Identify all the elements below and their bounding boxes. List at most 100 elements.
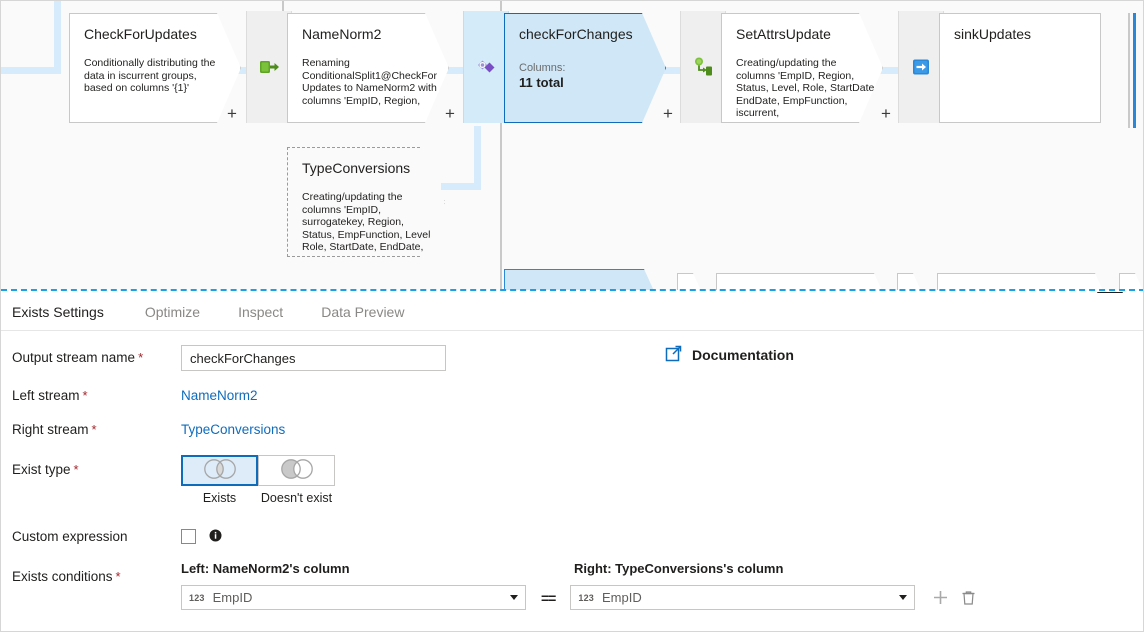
row-exists-conditions: Exists conditions * Left: NameNorm2's col… <box>1 561 1143 610</box>
label-text: Left stream <box>12 388 80 403</box>
custom-expression-field-area <box>181 528 1143 545</box>
tab-inspect[interactable]: Inspect <box>219 293 302 330</box>
exist-type-option-doesnt-exist-box <box>258 455 335 486</box>
node-checkforchanges[interactable]: checkForChanges Columns: 11 total <box>504 13 666 123</box>
edge-inbound-horizontal <box>1 67 61 74</box>
node-title: CheckForUpdates <box>84 26 197 42</box>
custom-expression-label: Custom expression <box>1 528 181 546</box>
left-stream-link[interactable]: NameNorm2 <box>181 388 258 403</box>
node-title: checkForChanges <box>519 26 633 42</box>
exists-transform-icon <box>474 55 498 79</box>
edge-typeconversions-to-checkforchanges-v <box>474 126 481 190</box>
settings-panel: Exists Settings Optimize Inspect Data Pr… <box>1 293 1143 631</box>
label-text: Exists conditions <box>12 569 113 584</box>
tab-label: Optimize <box>144 303 201 320</box>
tab-optimize[interactable]: Optimize <box>126 293 219 330</box>
rail-right-sinkupdates <box>1128 13 1130 128</box>
exist-type-option-exists[interactable]: Exists <box>181 455 258 505</box>
settings-tabs: Exists Settings Optimize Inspect Data Pr… <box>1 293 1143 331</box>
exists-condition-right-column-dropdown[interactable]: 123 EmpID <box>570 585 916 610</box>
exists-condition-left-column-dropdown[interactable]: 123 EmpID <box>181 585 526 610</box>
exist-type-field-area: Exists Doesn't exist <box>181 455 1143 505</box>
derived-column-transform-icon <box>691 55 715 79</box>
sink-transform-icon <box>909 55 933 79</box>
exists-conditions-field-area: Left: NameNorm2's column Right: TypeConv… <box>181 561 1143 610</box>
add-node-plus-setattrsupdate[interactable]: + <box>881 105 891 122</box>
ghost-node-d[interactable] <box>937 273 1105 290</box>
required-asterisk: * <box>115 569 121 584</box>
tab-exists-settings[interactable]: Exists Settings <box>12 293 126 330</box>
node-checkforupdates[interactable]: CheckForUpdates Conditionally distributi… <box>69 13 241 123</box>
right-stream-link[interactable]: TypeConversions <box>181 422 285 437</box>
tab-data-preview[interactable]: Data Preview <box>302 293 423 330</box>
ghost-node-a[interactable] <box>677 273 703 290</box>
output-stream-name-label: Output stream name * <box>1 345 181 367</box>
node-sinkupdates[interactable]: sinkUpdates <box>939 13 1101 123</box>
required-asterisk: * <box>91 422 97 437</box>
data-flow-canvas[interactable]: CheckForUpdates Conditionally distributi… <box>1 1 1144 290</box>
node-setattrsupdate[interactable]: SetAttrsUpdate Creating/updating the col… <box>721 13 883 123</box>
exist-type-option-doesnt-exist[interactable]: Doesn't exist <box>258 455 335 505</box>
node-description: Renaming ConditionalSplit1@CheckForUpdat… <box>302 57 437 107</box>
documentation-link[interactable]: Documentation <box>665 345 794 365</box>
column-value: EmpID <box>601 590 642 605</box>
exists-condition-operator: == <box>541 589 556 606</box>
required-asterisk: * <box>82 388 88 403</box>
exists-settings-form: Output stream name* Documentation <box>1 331 1143 610</box>
label-text: Exist type <box>12 462 71 477</box>
row-right-stream: Right stream * TypeConversions <box>1 421 1143 455</box>
venn-intersection-icon <box>198 458 242 483</box>
tab-label: Data Preview <box>321 303 405 320</box>
delete-condition-button[interactable] <box>958 588 978 608</box>
node-title: sinkUpdates <box>954 26 1032 42</box>
row-exist-type: Exist type * Exists Doesn't exist <box>1 455 1143 528</box>
label-text: Right stream <box>12 422 89 437</box>
select-transform-icon <box>257 55 281 79</box>
node-description: Creating/updating the columns 'EmpID, su… <box>302 191 434 253</box>
info-icon[interactable] <box>209 529 222 545</box>
add-node-plus-checkforchanges[interactable]: + <box>663 105 673 122</box>
add-condition-button[interactable] <box>930 588 950 608</box>
exist-type-option-doesnt-exist-label: Doesn't exist <box>260 491 333 505</box>
connector-select-checkforupdates[interactable] <box>246 11 292 123</box>
node-title: NameNorm2 <box>302 26 382 42</box>
exist-type-option-exists-box <box>181 455 258 486</box>
output-stream-name-field-area: Documentation <box>181 345 1143 371</box>
ghost-node-e[interactable] <box>1119 273 1144 290</box>
exist-type-label: Exist type * <box>1 455 181 479</box>
exists-conditions-right-header: Right: TypeConversions's column <box>574 561 784 576</box>
data-flow-designer: CheckForUpdates Conditionally distributi… <box>0 0 1144 632</box>
rail-right-sinkupdates-accent <box>1133 13 1136 128</box>
node-typeconversions[interactable]: TypeConversions Creating/updating the co… <box>287 147 445 257</box>
tab-label: Inspect <box>238 303 284 320</box>
edge-inbound-vertical <box>54 1 61 74</box>
label-text: Output stream name <box>12 350 136 365</box>
connector-exists-checkforchanges[interactable] <box>463 11 509 123</box>
node-description: Conditionally distributing the data in i… <box>84 57 216 94</box>
required-asterisk: * <box>138 350 144 365</box>
node-namenorm2[interactable]: NameNorm2 Renaming ConditionalSplit1@Che… <box>287 13 449 123</box>
connector-sink-sinkupdates[interactable] <box>898 11 944 123</box>
node-description: Creating/updating the columns 'EmpID, Re… <box>736 57 878 119</box>
tab-label: Exists Settings <box>12 303 104 320</box>
external-link-icon <box>665 345 682 365</box>
node-columns-value: 11 total <box>519 75 564 90</box>
add-node-plus-namenorm2[interactable]: + <box>445 105 455 122</box>
chevron-down-icon <box>510 595 518 600</box>
row-left-stream: Left stream * NameNorm2 <box>1 387 1143 421</box>
output-stream-name-input[interactable] <box>181 345 446 371</box>
column-type-badge: 123 <box>578 592 594 603</box>
add-node-plus-checkforupdates[interactable]: + <box>227 105 237 122</box>
chevron-down-icon <box>899 595 908 600</box>
required-asterisk: * <box>73 462 79 477</box>
row-custom-expression: Custom expression <box>1 528 1143 561</box>
row-output-stream-name: Output stream name* Documentation <box>1 345 1143 387</box>
exist-type-choice-group: Exists Doesn't exist <box>181 455 1143 505</box>
ghost-node-checkforchanges[interactable] <box>504 269 654 290</box>
left-stream-label: Left stream * <box>1 387 181 405</box>
ghost-node-b[interactable] <box>716 273 884 290</box>
connector-derived-column-setattrsupdate[interactable] <box>680 11 726 123</box>
right-stream-label: Right stream * <box>1 421 181 439</box>
ghost-node-c[interactable] <box>897 273 923 290</box>
custom-expression-checkbox[interactable] <box>181 529 196 545</box>
